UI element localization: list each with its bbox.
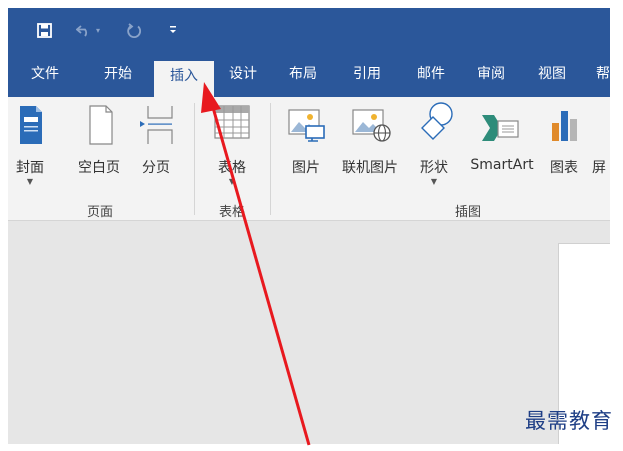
undo-icon[interactable]: [74, 18, 94, 42]
tab-review[interactable]: 审阅: [477, 56, 505, 97]
redo-icon[interactable]: [124, 18, 144, 42]
ribbon: 封面 ▼ 空白页 分页 页面 表格 ▼ 表格 图片 联机图片 形状 ▼ Smar…: [8, 97, 610, 221]
online-pictures-button[interactable]: 联机图片: [334, 97, 406, 197]
screenshot-button[interactable]: 屏: [588, 97, 610, 197]
online-pictures-label: 联机图片: [342, 160, 398, 176]
chevron-down-icon: ▼: [228, 177, 236, 186]
word-window: ▾ 文件 开始 插入 设计 布局 引用 邮件 审阅 视图 帮 封面 ▼ 空白页 …: [8, 8, 610, 444]
blank-page-label: 空白页: [78, 160, 120, 176]
cover-page-label: 封面: [16, 160, 44, 176]
blank-page-button[interactable]: 空白页: [72, 97, 126, 197]
tab-references[interactable]: 引用: [353, 56, 381, 97]
pictures-button[interactable]: 图片: [284, 97, 328, 197]
group-label-tables: 表格: [218, 205, 245, 220]
smartart-icon: [480, 113, 520, 147]
customize-dropdown-icon[interactable]: [166, 18, 180, 42]
tab-home[interactable]: 开始: [104, 56, 132, 97]
shapes-button[interactable]: 形状 ▼: [412, 97, 456, 197]
group-separator: [194, 103, 195, 215]
chart-button[interactable]: 图表: [544, 97, 584, 197]
group-separator: [270, 103, 271, 215]
chart-icon: [550, 109, 580, 147]
tab-mailings[interactable]: 邮件: [417, 56, 445, 97]
page-break-button[interactable]: 分页: [136, 97, 176, 197]
chart-label: 图表: [550, 160, 578, 176]
tab-file[interactable]: 文件: [31, 56, 59, 97]
shapes-icon: [416, 101, 456, 149]
cover-page-icon: [19, 105, 43, 149]
chevron-down-icon: ▼: [430, 177, 438, 186]
document-area[interactable]: [8, 221, 610, 444]
table-label: 表格: [218, 160, 246, 176]
tab-design[interactable]: 设计: [229, 56, 257, 97]
tab-view[interactable]: 视图: [538, 56, 566, 97]
undo-dropdown-icon[interactable]: ▾: [93, 18, 103, 42]
cover-page-button[interactable]: 封面 ▼: [8, 97, 52, 197]
chevron-down-icon: ▼: [26, 177, 34, 186]
shapes-label: 形状: [420, 160, 448, 176]
page-break-label: 分页: [142, 160, 170, 176]
blank-page-icon: [89, 105, 113, 149]
pictures-icon: [288, 109, 326, 147]
tab-help[interactable]: 帮: [596, 56, 610, 97]
smartart-label: SmartArt: [470, 157, 534, 173]
tab-insert[interactable]: 插入: [154, 61, 214, 97]
group-label-illustrations: 插图: [454, 205, 481, 220]
table-icon: [214, 105, 250, 143]
group-label-pages: 页面: [86, 205, 113, 220]
title-bar: ▾ 文件 开始 插入 设计 布局 引用 邮件 审阅 视图 帮: [8, 8, 610, 97]
tab-layout[interactable]: 布局: [289, 56, 317, 97]
ribbon-tabs: 文件 开始 插入 设计 布局 引用 邮件 审阅 视图 帮: [8, 56, 610, 97]
online-pictures-icon: [352, 109, 392, 147]
screenshot-label: 屏: [592, 160, 606, 176]
page-break-icon: [138, 105, 174, 149]
pictures-label: 图片: [292, 160, 320, 176]
watermark-text: 最需教育: [525, 409, 613, 433]
table-button[interactable]: 表格 ▼: [202, 97, 262, 197]
save-icon[interactable]: [34, 18, 54, 42]
smartart-button[interactable]: SmartArt: [462, 97, 542, 197]
